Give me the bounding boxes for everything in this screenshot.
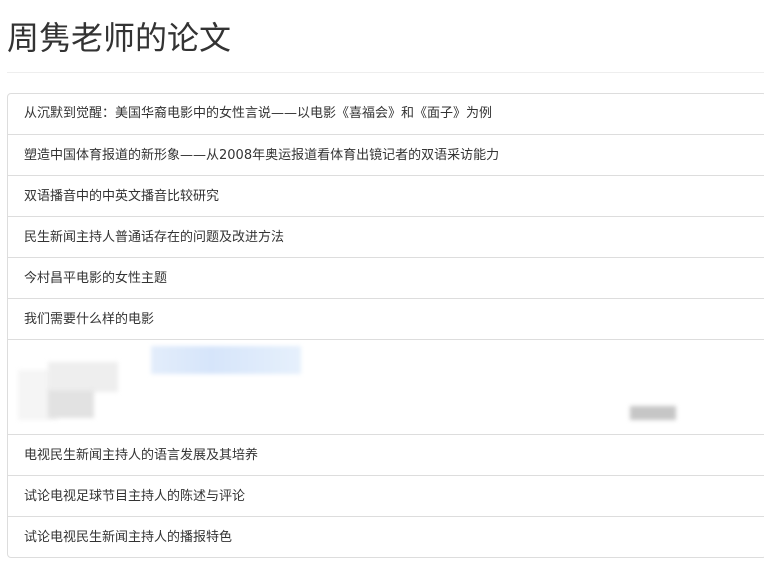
title-divider (7, 72, 764, 73)
obscured-content (630, 406, 676, 420)
paper-title: 从沉默到觉醒：美国华裔电影中的女性言说——以电影《喜福会》和《面子》为例 (24, 106, 493, 121)
paper-title: 试论电视民生新闻主持人的播报特色 (24, 530, 233, 545)
paper-list-item[interactable]: 我们需要什么样的电影 (8, 298, 764, 339)
paper-list-item-obscured[interactable] (8, 339, 764, 434)
paper-list-item[interactable]: 民生新闻主持人普通话存在的问题及改进方法 (8, 216, 764, 257)
paper-title: 试论电视足球节目主持人的陈述与评论 (24, 489, 246, 504)
paper-title: 双语播音中的中英文播音比较研究 (24, 189, 220, 204)
paper-title: 塑造中国体育报道的新形象——从2008年奥运报道看体育出镜记者的双语采访能力 (24, 148, 500, 163)
paper-title: 民生新闻主持人普通话存在的问题及改进方法 (24, 230, 285, 245)
paper-list-item[interactable]: 双语播音中的中英文播音比较研究 (8, 175, 764, 216)
page-title: 周隽老师的论文 (7, 19, 232, 57)
paper-list-item[interactable]: 试论电视民生新闻主持人的播报特色 (8, 516, 764, 557)
paper-title: 我们需要什么样的电影 (24, 312, 155, 327)
paper-title: 今村昌平电影的女性主题 (24, 271, 168, 286)
paper-list-item[interactable]: 从沉默到觉醒：美国华裔电影中的女性言说——以电影《喜福会》和《面子》为例 (8, 94, 764, 134)
paper-list-item[interactable]: 塑造中国体育报道的新形象——从2008年奥运报道看体育出镜记者的双语采访能力 (8, 134, 764, 175)
obscured-content (151, 346, 301, 374)
obscured-content (48, 390, 94, 418)
paper-list-item[interactable]: 试论电视足球节目主持人的陈述与评论 (8, 475, 764, 516)
paper-list-item[interactable]: 今村昌平电影的女性主题 (8, 257, 764, 298)
paper-list: 从沉默到觉醒：美国华裔电影中的女性言说——以电影《喜福会》和《面子》为例 塑造中… (7, 93, 764, 558)
paper-title: 电视民生新闻主持人的语言发展及其培养 (24, 448, 259, 463)
paper-list-item[interactable]: 电视民生新闻主持人的语言发展及其培养 (8, 434, 764, 475)
obscured-content (48, 362, 118, 392)
